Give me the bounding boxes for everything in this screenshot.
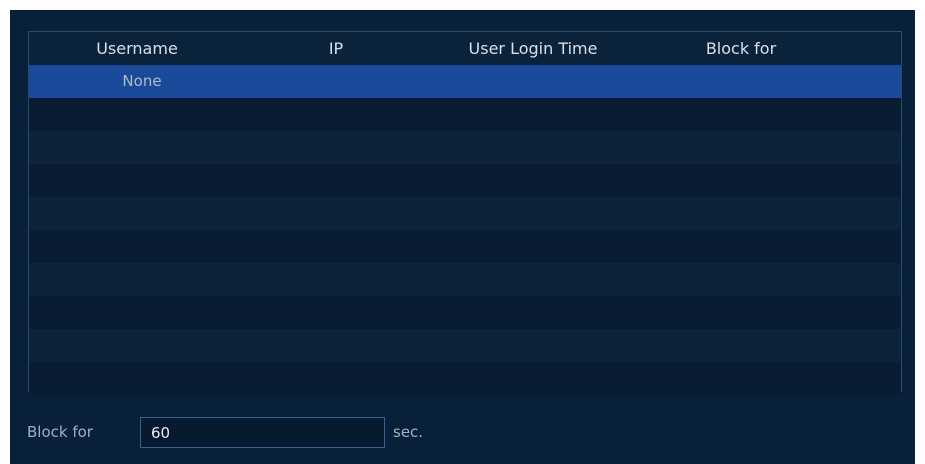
cell-username [87,263,197,296]
table-row[interactable]: None [29,65,901,98]
cell-ip [279,329,399,362]
cell-ip [279,230,399,263]
cell-login-time [439,98,629,131]
cell-ip [279,197,399,230]
header-user-login-time: User Login Time [468,39,598,58]
cell-login-time [439,362,629,395]
blocklist-panel: Username IP User Login Time Block for No… [10,10,915,464]
cell-login-time [439,263,629,296]
cell-login-time [439,131,629,164]
table-row[interactable] [29,164,901,197]
table-row[interactable] [29,329,901,362]
table-row[interactable] [29,98,901,131]
cell-block-for [679,131,799,164]
cell-username [87,197,197,230]
cell-block-for [679,230,799,263]
header-block-for: Block for [705,39,777,58]
cell-block-for [679,296,799,329]
cell-ip [279,65,399,98]
table-header: Username IP User Login Time Block for [29,32,901,65]
header-ip: IP [328,39,344,58]
seconds-unit-label: sec. [393,423,424,441]
blocklist-table: Username IP User Login Time Block for No… [28,31,902,395]
cell-ip [279,263,399,296]
cell-login-time [439,296,629,329]
table-row[interactable] [29,263,901,296]
cell-username: None [122,72,162,90]
table-body: None [29,65,901,395]
cell-username [87,164,197,197]
cell-ip [279,296,399,329]
cell-login-time [439,230,629,263]
table-row[interactable] [29,131,901,164]
cell-block-for [679,164,799,197]
cell-block-for [679,362,799,395]
cell-username [87,230,197,263]
cell-username [87,131,197,164]
cell-block-for [679,98,799,131]
cell-username [87,329,197,362]
table-row[interactable] [29,296,901,329]
block-duration-input[interactable] [140,417,385,448]
cell-block-for [679,197,799,230]
cell-ip [279,362,399,395]
cell-login-time [439,197,629,230]
cell-ip [279,98,399,131]
cell-username [87,98,197,131]
cell-username [87,362,197,395]
cell-login-time [439,164,629,197]
cell-ip [279,164,399,197]
cell-login-time [439,329,629,362]
cell-ip [279,131,399,164]
cell-block-for [679,263,799,296]
table-row[interactable] [29,362,901,395]
cell-block-for [679,65,799,98]
header-username: Username [96,39,178,58]
table-row[interactable] [29,230,901,263]
cell-block-for [679,329,799,362]
cell-login-time [439,65,629,98]
table-row[interactable] [29,197,901,230]
block-for-label: Block for [27,423,93,441]
cell-username [87,296,197,329]
